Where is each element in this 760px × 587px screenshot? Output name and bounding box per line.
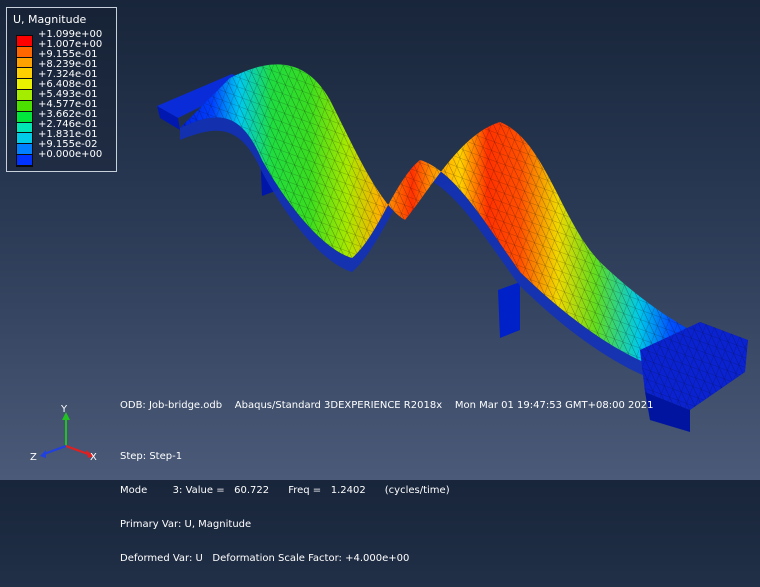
step-info: Step: Step-1 Mode 3: Value = 60.722 Freq…: [120, 429, 450, 587]
mode-line: Mode 3: Value = 60.722 Freq = 1.2402 (cy…: [120, 485, 450, 496]
legend-band: [17, 144, 32, 156]
odb-info-line: ODB: Job-bridge.odb Abaqus/Standard 3DEX…: [120, 400, 654, 411]
legend-band: [17, 46, 32, 58]
legend-band: [17, 133, 32, 145]
legend-band: [17, 100, 32, 112]
legend-color-bar: [16, 35, 33, 167]
legend-band: [17, 111, 32, 123]
legend-band: [17, 155, 32, 166]
primary-var-line: Primary Var: U, Magnitude: [120, 519, 252, 530]
step-line: Step: Step-1: [120, 451, 183, 462]
legend-values: +1.099e+00 +1.007e+00 +9.155e-01 +8.239e-01…: [38, 30, 102, 160]
legend-value: +0.000e+00: [38, 149, 103, 160]
deformed-var-line: Deformed Var: U Deformation Scale Factor…: [120, 553, 410, 564]
y-axis-label: Y: [61, 404, 68, 415]
x-axis-label: X: [90, 452, 97, 463]
viewport-info: ODB: Job-bridge.odb Abaqus/Standard 3DEX…: [120, 400, 653, 564]
mesh-overlay: [180, 64, 745, 381]
model-viewport[interactable]: U, Magnitude +1.099e+00 +1.007e+00 +9.155e…: [0, 0, 760, 564]
legend-band: [17, 68, 32, 80]
legend: U, Magnitude +1.099e+00 +1.007e+00 +9.155e…: [6, 7, 117, 172]
legend-title: U, Magnitude: [13, 13, 87, 26]
legend-band: [17, 57, 32, 69]
legend-band: [17, 122, 32, 134]
right-pier: [498, 282, 520, 338]
z-axis-label: Z: [30, 452, 37, 463]
legend-band: [17, 79, 32, 91]
axis-triad: Y X Z: [28, 404, 108, 464]
legend-band: [17, 90, 32, 101]
legend-band: [17, 36, 32, 47]
